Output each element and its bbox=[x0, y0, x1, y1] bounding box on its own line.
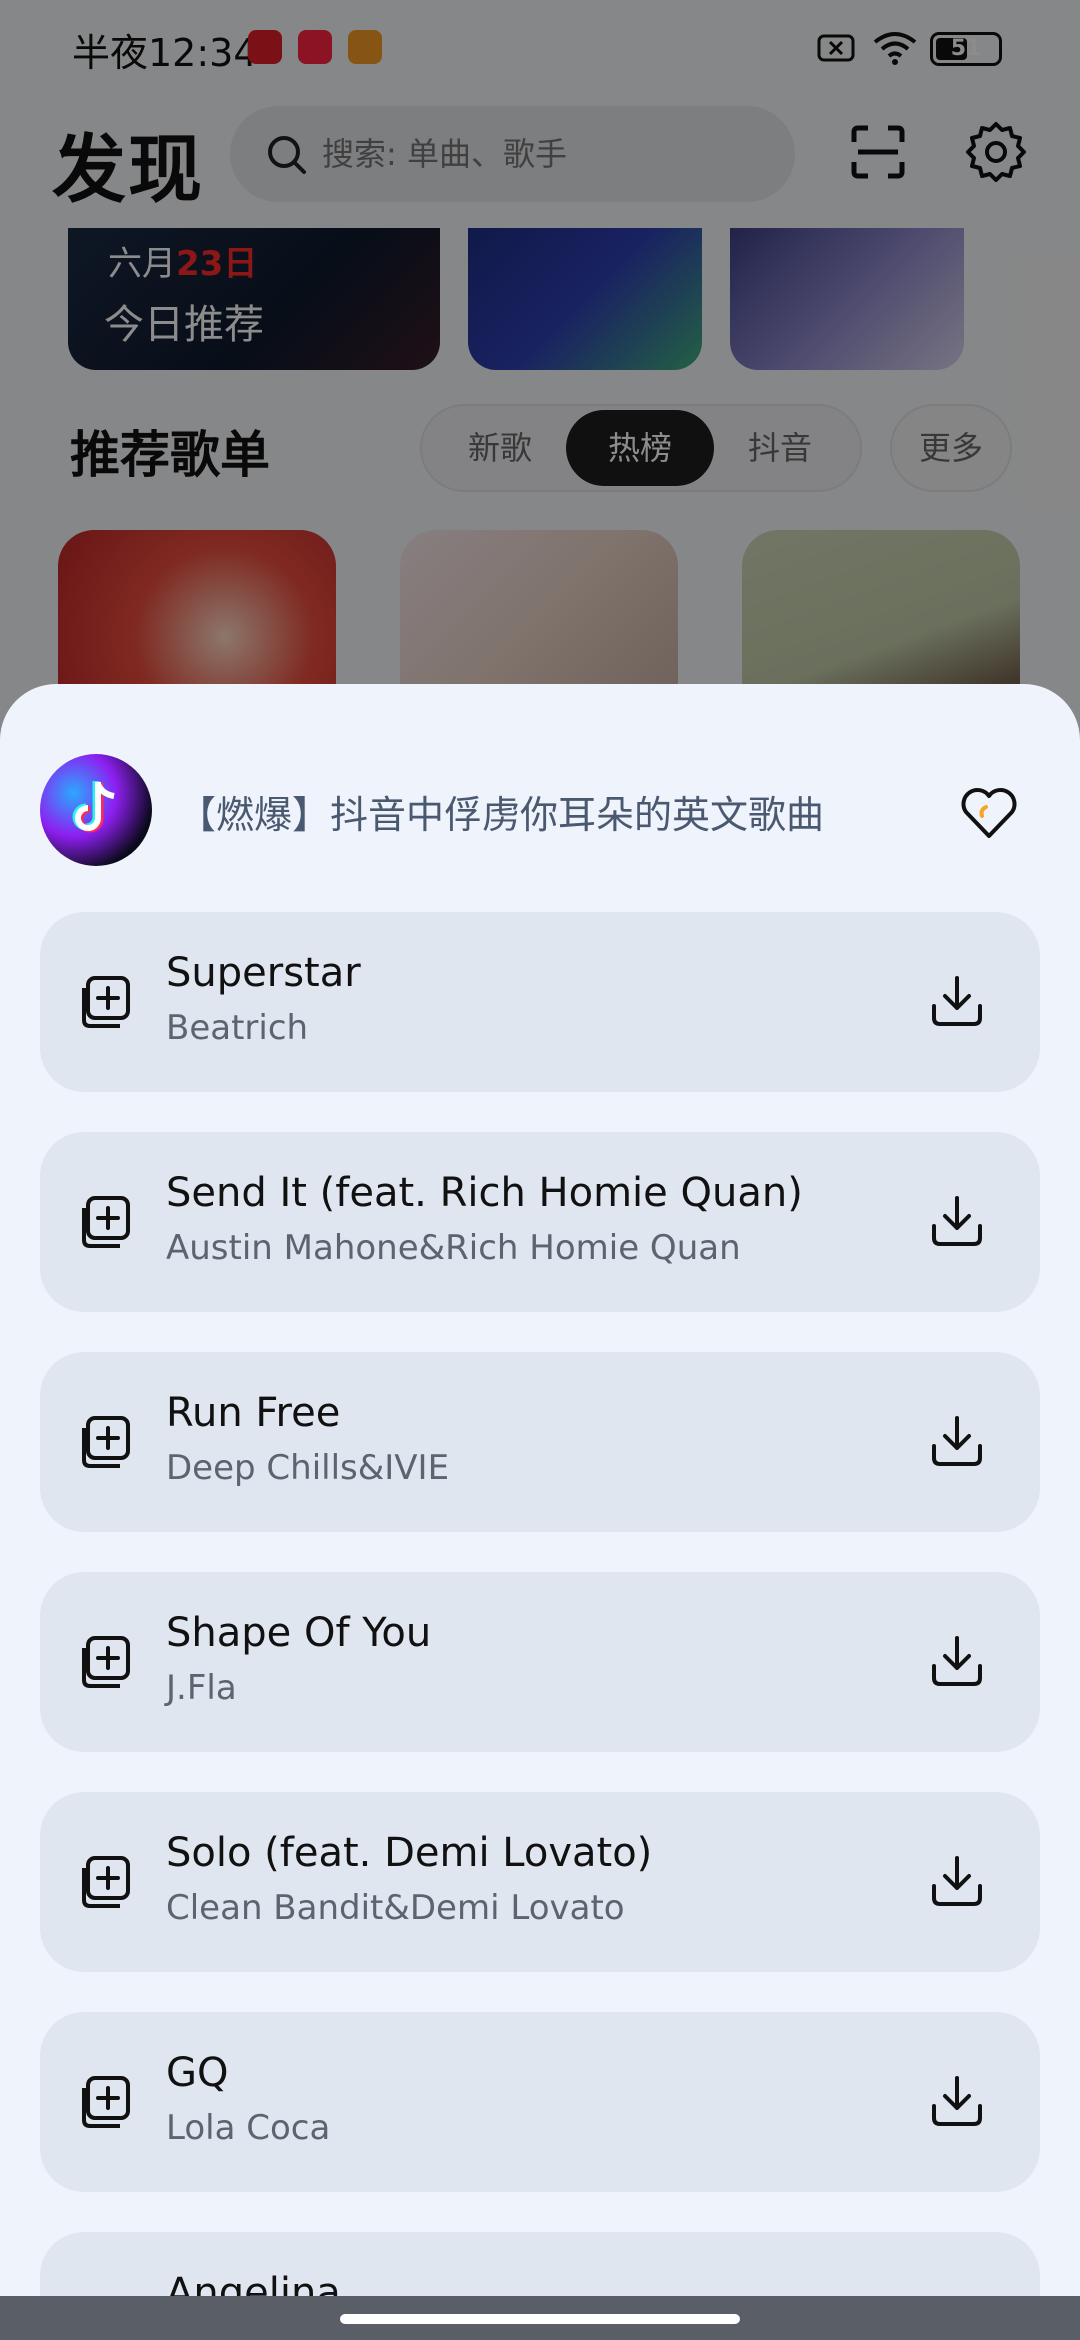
download-icon[interactable] bbox=[928, 1192, 986, 1250]
tiktok-icon bbox=[72, 781, 115, 833]
song-title: Run Free bbox=[166, 1390, 341, 1436]
add-to-list-icon[interactable] bbox=[78, 1194, 134, 1250]
add-to-list-icon[interactable] bbox=[78, 974, 134, 1030]
song-item[interactable]: GQ Lola Coca bbox=[40, 2012, 1040, 2192]
song-title: Send It (feat. Rich Homie Quan) bbox=[166, 1170, 803, 1216]
song-item[interactable]: Solo (feat. Demi Lovato) Clean Bandit&De… bbox=[40, 1792, 1040, 1972]
download-icon[interactable] bbox=[928, 1632, 986, 1690]
song-artist: J.Fla bbox=[166, 1668, 237, 1708]
add-to-list-icon[interactable] bbox=[78, 1854, 134, 1910]
download-icon[interactable] bbox=[928, 1412, 986, 1470]
song-title: Solo (feat. Demi Lovato) bbox=[166, 1830, 653, 1876]
playlist-cover bbox=[40, 754, 152, 866]
add-to-list-icon[interactable] bbox=[78, 1414, 134, 1470]
playlist-bottom-sheet: 【燃爆】抖音中俘虏你耳朵的英文歌曲 Superstar Beatrich Sen… bbox=[0, 684, 1080, 2340]
song-item[interactable]: Shape Of You J.Fla bbox=[40, 1572, 1040, 1752]
song-title: GQ bbox=[166, 2050, 229, 2096]
song-artist: Austin Mahone&Rich Homie Quan bbox=[166, 1228, 741, 1268]
song-artist: Beatrich bbox=[166, 1008, 309, 1048]
song-item[interactable]: Superstar Beatrich bbox=[40, 912, 1040, 1092]
download-icon[interactable] bbox=[928, 972, 986, 1030]
download-icon[interactable] bbox=[928, 1852, 986, 1910]
add-to-list-icon[interactable] bbox=[78, 1634, 134, 1690]
home-indicator[interactable] bbox=[340, 2314, 740, 2324]
add-to-list-icon[interactable] bbox=[78, 2074, 134, 2130]
heart-icon[interactable] bbox=[960, 786, 1018, 840]
playlist-title: 【燃爆】抖音中俘虏你耳朵的英文歌曲 bbox=[178, 793, 825, 837]
song-artist: Deep Chills&IVIE bbox=[166, 1448, 450, 1488]
song-artist: Lola Coca bbox=[166, 2108, 331, 2148]
navigation-bar bbox=[0, 2296, 1080, 2340]
song-item[interactable]: Run Free Deep Chills&IVIE bbox=[40, 1352, 1040, 1532]
song-title: Shape Of You bbox=[166, 1610, 432, 1656]
download-icon[interactable] bbox=[928, 2072, 986, 2130]
song-artist: Clean Bandit&Demi Lovato bbox=[166, 1888, 625, 1928]
sheet-header: 【燃爆】抖音中俘虏你耳朵的英文歌曲 bbox=[0, 684, 1080, 914]
song-item[interactable]: Send It (feat. Rich Homie Quan) Austin M… bbox=[40, 1132, 1040, 1312]
song-title: Superstar bbox=[166, 950, 361, 996]
